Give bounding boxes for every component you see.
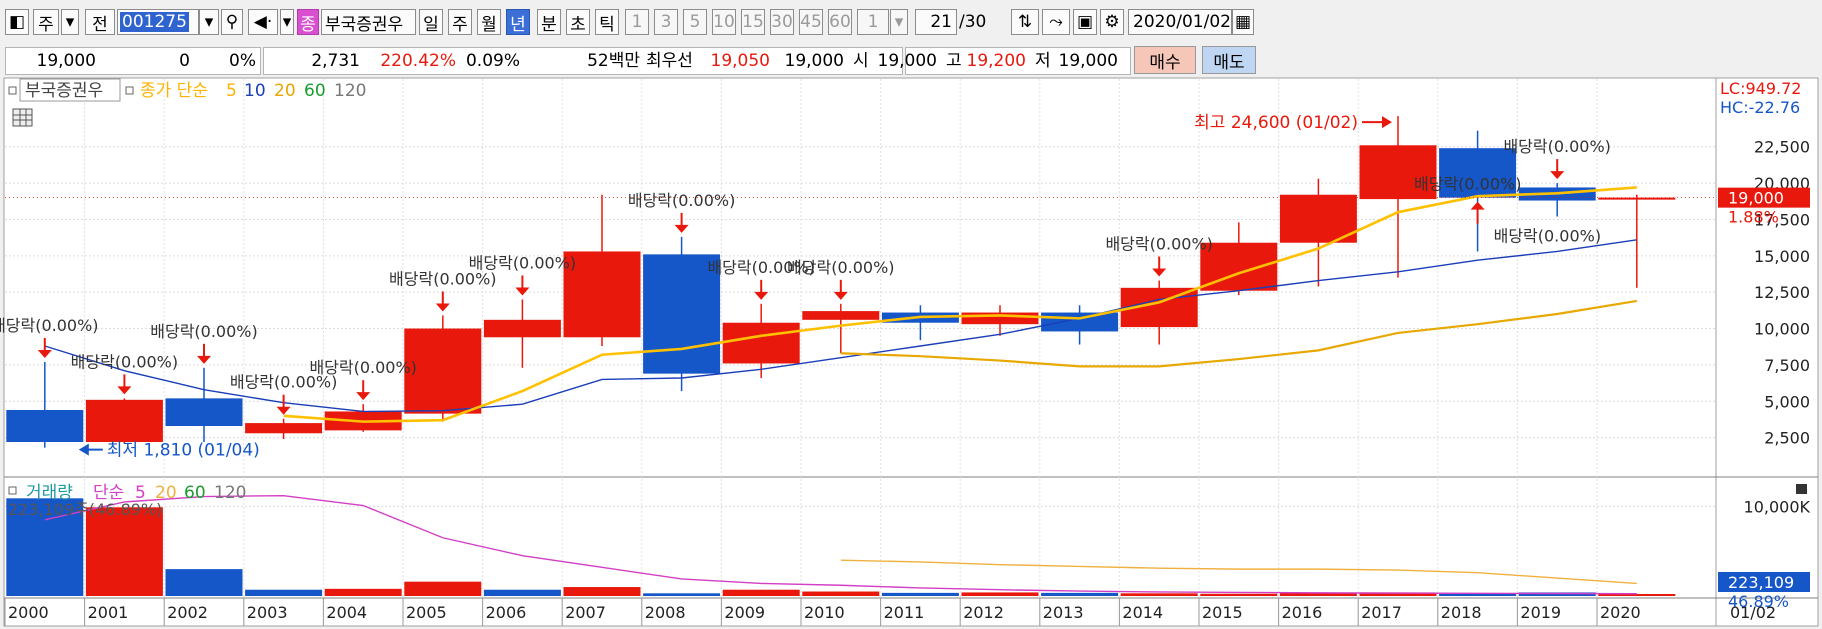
date-tick-label: 2020 (1600, 603, 1641, 622)
date-tick-label: 2005 (406, 603, 447, 622)
volume-top-label: 223,109주(46.89%) (8, 500, 162, 519)
date-tick-label: 2014 (1122, 603, 1163, 622)
date-tick-label: 2008 (645, 603, 686, 622)
date-tick-label: 2015 (1202, 603, 1243, 622)
close-pane-icon[interactable] (1796, 484, 1807, 494)
candle-body (6, 410, 84, 442)
candle-body (85, 399, 163, 442)
price-tick-label: 12,500 (1754, 283, 1810, 302)
dividend-label: 배당락(0.00%) (1494, 227, 1601, 246)
volume-bar (802, 591, 880, 596)
date-tick-label: 2019 (1520, 603, 1561, 622)
price-tick-label: 2,500 (1764, 429, 1810, 448)
volume-bar (563, 587, 641, 596)
volume-bar (881, 592, 959, 596)
dividend-label: 배당락(0.00%) (150, 322, 257, 341)
date-tick-label-last: 01/02 (1730, 603, 1776, 622)
dividend-label: 배당락(0.00%) (1503, 137, 1610, 156)
legend-stock-name[interactable]: 부국증권우 (25, 81, 103, 101)
dividend-label: 배당락(0.00%) (469, 253, 576, 272)
price-tick-label: 5,000 (1764, 392, 1810, 411)
volume-legend-ma-60[interactable]: 60 (184, 483, 206, 503)
date-tick-label: 2017 (1361, 603, 1402, 622)
current-volume-label: 223,109 (1728, 573, 1794, 592)
high-annotation: 최고 24,600 (01/02) (1194, 113, 1358, 133)
volume-legend-ma-120[interactable]: 120 (214, 483, 246, 503)
volume-bar (85, 507, 163, 596)
volume-bar (245, 589, 323, 596)
date-tick-label: 2016 (1282, 603, 1323, 622)
legend-ma-60[interactable]: 60 (304, 81, 326, 101)
date-tick-label: 2009 (724, 603, 765, 622)
volume-bar (483, 589, 561, 596)
price-tick-label: 7,500 (1764, 356, 1810, 375)
volume-bar (1439, 593, 1517, 596)
volume-bar (324, 588, 402, 596)
date-tick-label: 2004 (326, 603, 367, 622)
date-tick-label: 2012 (963, 603, 1004, 622)
legend-ma-5[interactable]: 5 (226, 81, 237, 101)
dividend-label: 배당락(0.00%) (787, 258, 894, 277)
date-tick-label: 2003 (247, 603, 288, 622)
date-tick-label: 2001 (88, 603, 129, 622)
chart-frame (3, 77, 1819, 627)
price-tick-label: 15,000 (1754, 247, 1810, 266)
dividend-label: 배당락(0.00%) (309, 358, 416, 377)
lc-label: LC:949.72 (1720, 79, 1801, 98)
legend-ma-20[interactable]: 20 (274, 81, 296, 101)
date-tick-label: 2000 (8, 603, 49, 622)
legend-ma-10[interactable]: 10 (244, 81, 266, 101)
candle-body (165, 398, 243, 426)
dividend-label: 배당락(0.00%) (71, 352, 178, 371)
date-tick-label: 2007 (565, 603, 606, 622)
candle-body (722, 322, 800, 364)
stock-chart[interactable]: 배당락(0.00%) 배당락(0.00%) 배당락(0.00%) 배당락(0.00%)… (0, 0, 1822, 629)
current-price-label: 19,000 (1728, 189, 1784, 208)
volume-bar (1200, 593, 1278, 596)
volume-bar (961, 592, 1039, 596)
date-tick-label: 2006 (486, 603, 527, 622)
dividend-label: 배당락(0.00%) (1414, 174, 1521, 193)
candle-body (1041, 312, 1119, 332)
volume-tick-label: 10,000K (1744, 497, 1811, 516)
dividend-label: 배당락(0.00%) (0, 316, 99, 335)
date-tick-label: 2018 (1441, 603, 1482, 622)
volume-bar (722, 589, 800, 596)
current-price-pct: 1.88% (1728, 208, 1779, 227)
volume-bar (404, 581, 482, 596)
candle-body (245, 423, 323, 434)
date-tick-label: 2002 (167, 603, 208, 622)
dividend-label: 배당락(0.00%) (1105, 235, 1212, 254)
candle-body (483, 319, 561, 338)
low-annotation: 최저 1,810 (01/04) (107, 441, 260, 461)
legend-ma-label[interactable]: 종가 단순 (140, 81, 208, 101)
volume-bar (643, 593, 721, 596)
volume-bar (1120, 593, 1198, 596)
candle-body (802, 311, 880, 320)
legend-ma-120[interactable]: 120 (334, 81, 366, 101)
table-icon[interactable] (12, 108, 33, 127)
date-tick-label: 2010 (804, 603, 845, 622)
hc-label: HC:-22.76 (1720, 98, 1800, 117)
price-tick-label: 10,000 (1754, 320, 1810, 339)
volume-bar (1041, 592, 1119, 596)
dividend-label: 배당락(0.00%) (628, 191, 735, 210)
date-tick-label: 2011 (884, 603, 925, 622)
date-tick-label: 2013 (1043, 603, 1084, 622)
price-tick-label: 22,500 (1754, 138, 1810, 157)
volume-bar (165, 569, 243, 596)
